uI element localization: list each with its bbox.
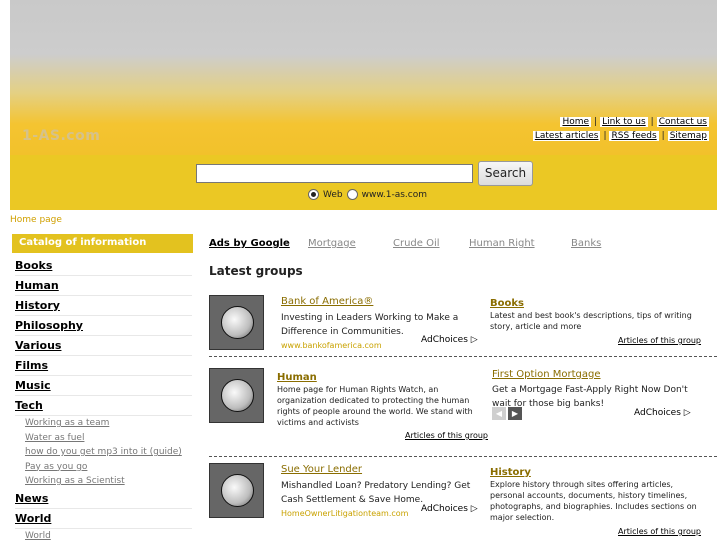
header-banner: 1-AS.com Home | Link to us | Contact us Late… — [10, 0, 717, 155]
search-input[interactable] — [196, 164, 473, 183]
ad-nav: ◀ ▶ — [492, 407, 522, 420]
top-links-row2: Latest articles | RSS feeds | Sitemap — [532, 131, 709, 141]
sidebar-title: Catalog of information — [12, 234, 193, 253]
adchoices-label[interactable]: AdChoices ▷ — [421, 504, 478, 514]
group-thumbnail[interactable] — [209, 463, 264, 518]
ad-block: First Option Mortgage Get a Mortgage Fas… — [492, 368, 702, 411]
rss-feeds-link[interactable]: RSS feeds — [609, 131, 659, 141]
divider — [209, 356, 717, 357]
group-description: Home page for Human Rights Watch, an org… — [277, 385, 473, 427]
ad-text: Get a Mortgage Fast-Apply Right Now Don'… — [492, 385, 688, 409]
sidebar-subitem[interactable]: Pay as you go — [25, 460, 197, 475]
sidebar-item-films[interactable]: Films — [15, 356, 192, 376]
adchoices-text: AdChoices — [421, 504, 468, 514]
radio-web-label: Web — [323, 189, 343, 200]
adchoices-text: AdChoices — [634, 408, 681, 418]
home-link[interactable]: Home — [560, 117, 592, 127]
ad-link-human-right[interactable]: Human Right — [469, 238, 571, 249]
sidebar-subitem[interactable]: Working as a Scientist — [25, 474, 197, 489]
sidebar-item-history[interactable]: History — [15, 296, 192, 316]
group-thumbnail[interactable] — [209, 295, 264, 350]
ad-title[interactable]: Sue Your Lender — [281, 463, 471, 477]
divider — [209, 456, 717, 457]
ads-by-google-label[interactable]: Ads by Google — [209, 238, 308, 249]
sidebar-item-world[interactable]: World — [15, 509, 192, 529]
prev-arrow-icon[interactable]: ◀ — [492, 407, 506, 420]
adchoices-text: AdChoices — [421, 335, 468, 345]
sidebar: Catalog of information Books Human Histo… — [10, 234, 197, 543]
latest-articles-link[interactable]: Latest articles — [532, 131, 601, 141]
globe-icon — [221, 306, 254, 339]
globe-icon — [221, 379, 254, 412]
group-thumbnail[interactable] — [209, 368, 264, 423]
sidebar-subitem[interactable]: Water as fuel — [25, 431, 197, 446]
ad-link-crude-oil[interactable]: Crude Oil — [393, 238, 469, 249]
sidebar-item-news[interactable]: News — [15, 489, 192, 509]
radio-site-label: www.1-as.com — [361, 189, 428, 200]
articles-of-group-link[interactable]: Articles of this group — [618, 336, 701, 345]
sidebar-item-music[interactable]: Music — [15, 376, 192, 396]
adchoices-label[interactable]: AdChoices ▷ — [634, 408, 691, 418]
articles-of-group-link[interactable]: Articles of this group — [405, 431, 488, 440]
search-scope: Web www.1-as.com — [308, 189, 427, 200]
site-logo[interactable]: 1-AS.com — [22, 128, 100, 144]
ads-bar: Ads by Google Mortgage Crude Oil Human R… — [209, 238, 601, 249]
ad-title[interactable]: Bank of America® — [281, 295, 461, 309]
sitemap-link[interactable]: Sitemap — [667, 131, 709, 141]
ad-link-mortgage[interactable]: Mortgage — [308, 238, 393, 249]
sidebar-item-philosophy[interactable]: Philosophy — [15, 316, 192, 336]
breadcrumb[interactable]: Home page — [10, 215, 62, 225]
group-name[interactable]: Books — [490, 298, 524, 309]
sidebar-subitem[interactable]: how do you get mp3 into it (guide) — [25, 445, 197, 460]
group-books: Bank of America® Investing in Leaders Wo… — [209, 295, 717, 350]
group-name[interactable]: History — [490, 467, 531, 478]
group-name[interactable]: Human — [277, 372, 317, 383]
group-description: Latest and best book's descriptions, tip… — [490, 311, 692, 331]
ad-link-banks[interactable]: Banks — [571, 238, 601, 249]
contact-us-link[interactable]: Contact us — [656, 117, 709, 127]
ad-title[interactable]: First Option Mortgage — [492, 368, 702, 382]
sidebar-item-human[interactable]: Human — [15, 276, 192, 296]
search-button[interactable]: Search — [478, 161, 533, 186]
sidebar-subitem[interactable]: World — [25, 529, 197, 544]
group-description: Explore history through sites offering a… — [490, 480, 697, 522]
adchoices-label[interactable]: AdChoices ▷ — [421, 335, 478, 345]
sidebar-item-various[interactable]: Various — [15, 336, 192, 356]
globe-icon — [221, 474, 254, 507]
sidebar-subitem[interactable]: Working as a team — [25, 416, 197, 431]
group-human: Human Home page for Human Rights Watch, … — [209, 368, 717, 453]
link-to-us-link[interactable]: Link to us — [600, 117, 648, 127]
top-links-row1: Home | Link to us | Contact us — [560, 117, 709, 127]
sidebar-item-tech[interactable]: Tech — [15, 396, 192, 416]
latest-groups-title: Latest groups — [209, 264, 303, 278]
ad-text: Mishandled Loan? Predatory Lending? Get … — [281, 481, 471, 505]
group-history: Sue Your Lender Mishandled Loan? Predato… — [209, 463, 717, 545]
radio-web[interactable] — [308, 189, 319, 200]
next-arrow-icon[interactable]: ▶ — [508, 407, 522, 420]
sidebar-item-books[interactable]: Books — [15, 256, 192, 276]
radio-site[interactable] — [346, 189, 358, 200]
articles-of-group-link[interactable]: Articles of this group — [618, 527, 701, 536]
search-bar: Search Web www.1-as.com — [10, 155, 717, 210]
